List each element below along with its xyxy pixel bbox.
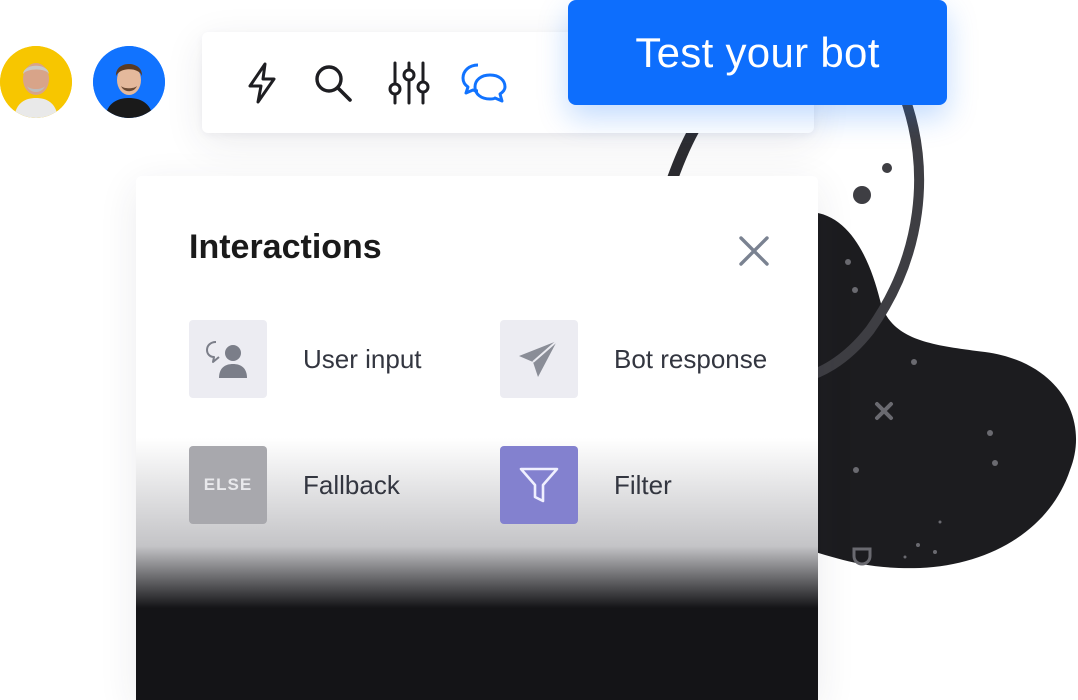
- chat-bubbles-icon[interactable]: [457, 56, 511, 110]
- close-icon[interactable]: [734, 231, 774, 271]
- else-icon: ELSE: [189, 446, 267, 524]
- item-label: Fallback: [303, 469, 400, 500]
- interaction-item-user-input[interactable]: User input: [189, 320, 422, 398]
- user-speech-icon: [189, 320, 267, 398]
- interaction-item-filter[interactable]: Filter: [500, 446, 672, 524]
- sliders-icon[interactable]: [382, 56, 436, 110]
- interaction-item-fallback[interactable]: ELSE Fallback: [189, 446, 400, 524]
- panel-title: Interactions: [189, 228, 382, 266]
- item-label: Filter: [614, 469, 672, 500]
- avatar-user-1: [0, 46, 72, 118]
- else-icon-text: ELSE: [203, 475, 253, 494]
- interaction-item-bot-response[interactable]: Bot response: [500, 320, 767, 398]
- search-icon[interactable]: [306, 56, 360, 110]
- item-label: User input: [303, 343, 422, 374]
- funnel-icon: [500, 446, 578, 524]
- paper-plane-icon: [500, 320, 578, 398]
- avatar-user-2: [93, 46, 165, 118]
- test-your-bot-button[interactable]: Test your bot: [568, 0, 947, 105]
- lightning-icon[interactable]: [235, 56, 289, 110]
- interactions-panel: Interactions User input Bot response ELS…: [136, 176, 818, 700]
- item-label: Bot response: [614, 343, 768, 374]
